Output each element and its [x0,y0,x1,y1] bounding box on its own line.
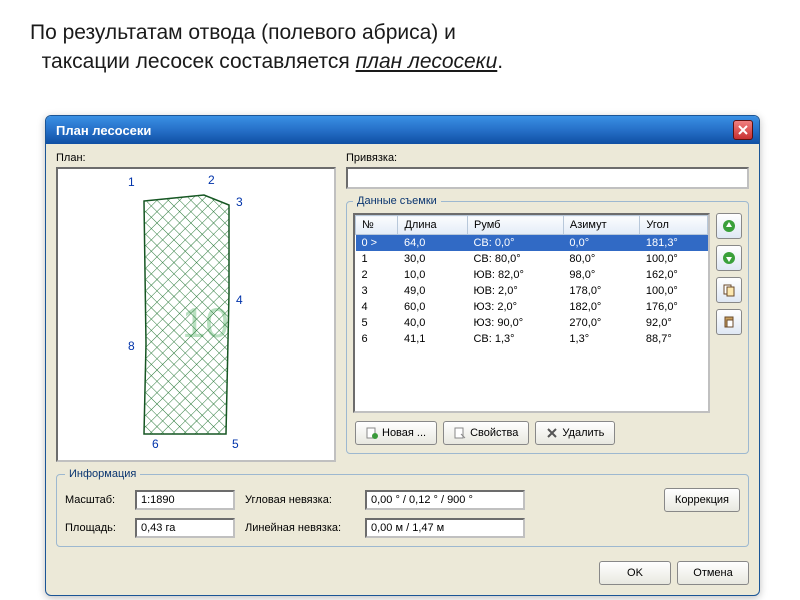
binding-input[interactable] [346,167,749,189]
info-group: Информация Масштаб: 1:1890 Угловая невяз… [56,468,749,547]
col-az[interactable]: Азимут [563,216,640,235]
binding-label: Привязка: [346,152,749,164]
table-row[interactable]: 210,0ЮВ: 82,0°98,0°162,0° [356,267,708,283]
col-len[interactable]: Длина [398,216,468,235]
paste-icon [722,315,736,329]
close-button[interactable] [733,120,753,140]
scale-value: 1:1890 [135,490,235,510]
ang-err-label: Угловая невязка: [245,494,355,506]
window-title: План лесосеки [56,123,151,138]
titlebar[interactable]: План лесосеки [46,116,759,144]
table-row[interactable]: 349,0ЮВ: 2,0°178,0°100,0° [356,283,708,299]
ok-button[interactable]: OK [599,561,671,585]
table-row[interactable]: 641,1СВ: 1,3°1,3°88,7° [356,331,708,347]
scale-label: Масштаб: [65,494,125,506]
area-label: Площадь: [65,522,125,534]
survey-legend: Данные съемки [353,195,441,207]
survey-table: № Длина Румб Азимут Угол 0 >64,0СВ: 0,0°… [355,215,708,347]
info-legend: Информация [65,468,140,480]
survey-table-wrap[interactable]: № Длина Румб Азимут Угол 0 >64,0СВ: 0,0°… [353,213,710,413]
table-row[interactable]: 0 >64,0СВ: 0,0°0,0°181,3° [356,235,708,252]
delete-icon [546,427,558,439]
ang-err-value: 0,00 ° / 0,12 ° / 900 ° [365,490,525,510]
move-down-button[interactable] [716,245,742,271]
area-value: 0,43 га [135,518,235,538]
new-button[interactable]: Новая ... [355,421,437,445]
plan-canvas[interactable]: 10 1 2 [56,167,336,462]
correction-button[interactable]: Коррекция [664,488,740,512]
new-icon [366,427,378,439]
col-rumb[interactable]: Румб [467,216,563,235]
lin-err-label: Линейная невязка: [245,522,355,534]
close-icon [738,125,748,135]
col-n[interactable]: № [356,216,398,235]
table-row[interactable]: 540,0ЮЗ: 90,0°270,0°92,0° [356,315,708,331]
paste-button[interactable] [716,309,742,335]
col-ang[interactable]: Угол [640,216,708,235]
cancel-button[interactable]: Отмена [677,561,749,585]
plan-window: План лесосеки План: 10 [45,115,760,596]
copy-icon [722,283,736,297]
plan-label: План: [56,152,336,164]
table-row[interactable]: 130,0СВ: 80,0°80,0°100,0° [356,251,708,267]
arrow-up-icon [722,219,736,233]
slide-heading: По результатам отвода (полевого абриса) … [0,0,800,87]
delete-button[interactable]: Удалить [535,421,615,445]
table-row[interactable]: 460,0ЮЗ: 2,0°182,0°176,0° [356,299,708,315]
survey-group: Данные съемки № Длина Румб Азимут [346,195,749,454]
props-button[interactable]: Свойства [443,421,529,445]
arrow-down-icon [722,251,736,265]
lin-err-value: 0,00 м / 1,47 м [365,518,525,538]
copy-button[interactable] [716,277,742,303]
props-icon [454,427,466,439]
plan-polygon [134,189,264,449]
move-up-button[interactable] [716,213,742,239]
